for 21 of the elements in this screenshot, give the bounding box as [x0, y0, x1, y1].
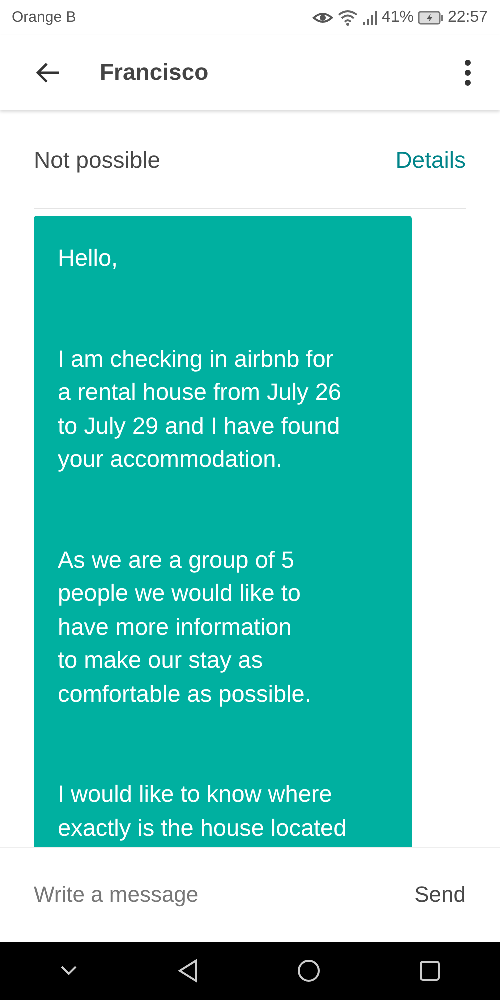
message-paragraph: I would like to know where exactly is the house located — [58, 780, 348, 843]
wifi-icon — [338, 10, 358, 26]
recents-square-icon[interactable] — [419, 960, 441, 982]
message-input[interactable]: Write a message — [34, 882, 415, 908]
send-button[interactable]: Send — [414, 878, 466, 912]
clock-time: 22:57 — [448, 8, 488, 26]
battery-percent: 41% — [382, 8, 414, 26]
home-circle-icon[interactable] — [297, 959, 321, 983]
carrier-name: Orange B — [12, 9, 76, 26]
message-paragraph: As we are a group of 5 people we would like to have more information to make our stay as comfortable as possible. — [58, 546, 312, 709]
message-paragraph: I am checking in airbnb for a rental house from July 26 to July 29 and I have found your accommodation. — [58, 344, 342, 474]
more-options-icon[interactable] — [464, 60, 472, 86]
request-status: Not possible — [34, 146, 161, 174]
back-arrow-icon[interactable] — [35, 62, 61, 84]
contact-name: Francisco — [100, 59, 210, 86]
back-triangle-icon[interactable] — [177, 959, 199, 983]
details-link[interactable]: Details — [396, 146, 466, 174]
battery-icon — [418, 10, 444, 24]
signal-icon — [362, 10, 378, 26]
chevron-down-icon[interactable] — [59, 964, 79, 978]
message-paragraph: Hello, — [58, 244, 120, 273]
